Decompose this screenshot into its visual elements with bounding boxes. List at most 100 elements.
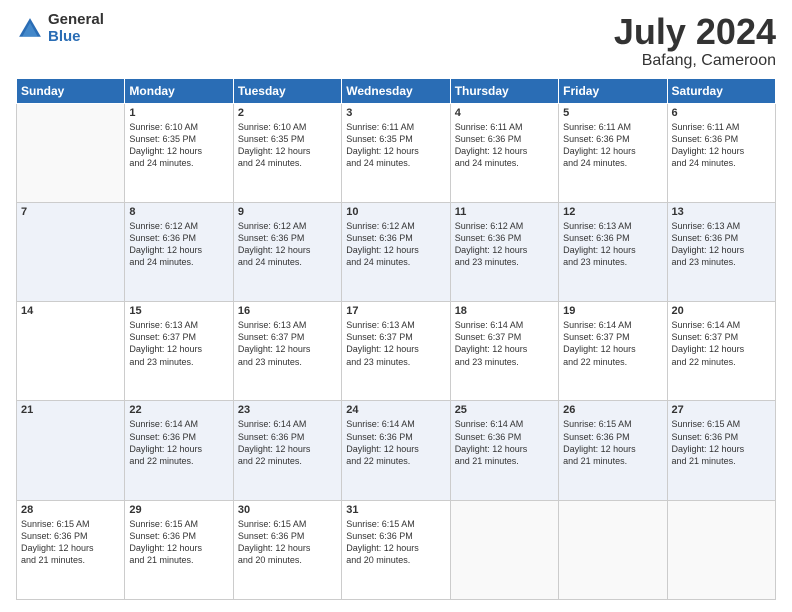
logo-general: General	[48, 12, 104, 29]
day-number: 7	[21, 206, 120, 218]
day-info: Sunrise: 6:14 AM Sunset: 6:36 PM Dayligh…	[238, 418, 337, 467]
logo-icon	[16, 15, 44, 43]
day-number: 8	[129, 206, 228, 218]
calendar-header-wednesday: Wednesday	[342, 78, 450, 103]
day-info: Sunrise: 6:13 AM Sunset: 6:37 PM Dayligh…	[129, 319, 228, 368]
day-number: 24	[346, 404, 445, 416]
day-info: Sunrise: 6:14 AM Sunset: 6:37 PM Dayligh…	[672, 319, 771, 368]
day-number: 1	[129, 107, 228, 119]
day-number: 3	[346, 107, 445, 119]
calendar-cell: 20 Sunrise: 6:14 AM Sunset: 6:37 PM Dayli…	[667, 302, 775, 401]
calendar-cell	[559, 500, 667, 599]
calendar-cell: 18 Sunrise: 6:14 AM Sunset: 6:37 PM Dayli…	[450, 302, 558, 401]
day-info: Sunrise: 6:11 AM Sunset: 6:35 PM Dayligh…	[346, 121, 445, 170]
calendar-cell: 17 Sunrise: 6:13 AM Sunset: 6:37 PM Dayli…	[342, 302, 450, 401]
day-info: Sunrise: 6:14 AM Sunset: 6:37 PM Dayligh…	[563, 319, 662, 368]
calendar-cell: 29 Sunrise: 6:15 AM Sunset: 6:36 PM Dayli…	[125, 500, 233, 599]
title-block: July 2024 Bafang, Cameroon	[614, 12, 776, 70]
day-number: 22	[129, 404, 228, 416]
calendar-cell: 14	[17, 302, 125, 401]
calendar-cell	[17, 103, 125, 202]
day-number: 30	[238, 504, 337, 516]
day-info: Sunrise: 6:14 AM Sunset: 6:36 PM Dayligh…	[346, 418, 445, 467]
day-number: 14	[21, 305, 120, 317]
page: General Blue July 2024 Bafang, Cameroon …	[0, 0, 792, 612]
day-info: Sunrise: 6:15 AM Sunset: 6:36 PM Dayligh…	[129, 518, 228, 567]
calendar-header-tuesday: Tuesday	[233, 78, 341, 103]
day-number: 28	[21, 504, 120, 516]
calendar-cell: 22Sunrise: 6:14 AM Sunset: 6:36 PM Dayli…	[125, 401, 233, 500]
calendar-cell: 15 Sunrise: 6:13 AM Sunset: 6:37 PM Dayli…	[125, 302, 233, 401]
calendar-header-thursday: Thursday	[450, 78, 558, 103]
day-info: Sunrise: 6:15 AM Sunset: 6:36 PM Dayligh…	[238, 518, 337, 567]
day-info: Sunrise: 6:13 AM Sunset: 6:36 PM Dayligh…	[672, 220, 771, 269]
day-number: 5	[563, 107, 662, 119]
title-month: July 2024	[614, 12, 776, 52]
day-info: Sunrise: 6:10 AM Sunset: 6:35 PM Dayligh…	[238, 121, 337, 170]
day-number: 25	[455, 404, 554, 416]
day-info: Sunrise: 6:12 AM Sunset: 6:36 PM Dayligh…	[129, 220, 228, 269]
calendar-cell: 24 Sunrise: 6:14 AM Sunset: 6:36 PM Dayli…	[342, 401, 450, 500]
day-info: Sunrise: 6:14 AM Sunset: 6:36 PM Dayligh…	[455, 418, 554, 467]
logo-text: General Blue	[48, 12, 104, 45]
calendar-week-row: 78 Sunrise: 6:12 AM Sunset: 6:36 PM Dayli…	[17, 202, 776, 301]
logo-blue: Blue	[48, 29, 104, 46]
calendar-cell: 26 Sunrise: 6:15 AM Sunset: 6:36 PM Dayli…	[559, 401, 667, 500]
day-info: Sunrise: 6:11 AM Sunset: 6:36 PM Dayligh…	[455, 121, 554, 170]
calendar-header-saturday: Saturday	[667, 78, 775, 103]
calendar-cell: 23Sunrise: 6:14 AM Sunset: 6:36 PM Dayli…	[233, 401, 341, 500]
calendar-table: SundayMondayTuesdayWednesdayThursdayFrid…	[16, 78, 776, 600]
calendar-header-row: SundayMondayTuesdayWednesdayThursdayFrid…	[17, 78, 776, 103]
day-number: 9	[238, 206, 337, 218]
calendar-cell: 9 Sunrise: 6:12 AM Sunset: 6:36 PM Daylig…	[233, 202, 341, 301]
day-info: Sunrise: 6:12 AM Sunset: 6:36 PM Dayligh…	[455, 220, 554, 269]
day-info: Sunrise: 6:11 AM Sunset: 6:36 PM Dayligh…	[672, 121, 771, 170]
calendar-cell: 7	[17, 202, 125, 301]
day-info: Sunrise: 6:12 AM Sunset: 6:36 PM Dayligh…	[238, 220, 337, 269]
calendar-cell: 25 Sunrise: 6:14 AM Sunset: 6:36 PM Dayli…	[450, 401, 558, 500]
calendar-cell: 11Sunrise: 6:12 AM Sunset: 6:36 PM Dayli…	[450, 202, 558, 301]
calendar-cell: 27Sunrise: 6:15 AM Sunset: 6:36 PM Dayli…	[667, 401, 775, 500]
day-number: 6	[672, 107, 771, 119]
logo: General Blue	[16, 12, 104, 45]
day-number: 26	[563, 404, 662, 416]
calendar-cell: 13 Sunrise: 6:13 AM Sunset: 6:36 PM Dayli…	[667, 202, 775, 301]
day-info: Sunrise: 6:13 AM Sunset: 6:36 PM Dayligh…	[563, 220, 662, 269]
day-number: 12	[563, 206, 662, 218]
calendar-cell: 31 Sunrise: 6:15 AM Sunset: 6:36 PM Dayli…	[342, 500, 450, 599]
day-number: 2	[238, 107, 337, 119]
day-number: 29	[129, 504, 228, 516]
calendar-week-row: 2122Sunrise: 6:14 AM Sunset: 6:36 PM Day…	[17, 401, 776, 500]
calendar-cell: 3 Sunrise: 6:11 AM Sunset: 6:35 PM Daylig…	[342, 103, 450, 202]
day-info: Sunrise: 6:15 AM Sunset: 6:36 PM Dayligh…	[346, 518, 445, 567]
day-info: Sunrise: 6:14 AM Sunset: 6:37 PM Dayligh…	[455, 319, 554, 368]
day-number: 15	[129, 305, 228, 317]
day-info: Sunrise: 6:10 AM Sunset: 6:35 PM Dayligh…	[129, 121, 228, 170]
day-number: 31	[346, 504, 445, 516]
calendar-week-row: 14 15 Sunrise: 6:13 AM Sunset: 6:37 PM Day…	[17, 302, 776, 401]
day-number: 21	[21, 404, 120, 416]
calendar-cell: 19 Sunrise: 6:14 AM Sunset: 6:37 PM Dayli…	[559, 302, 667, 401]
calendar-cell: 1 Sunrise: 6:10 AM Sunset: 6:35 PM Daylig…	[125, 103, 233, 202]
calendar-cell: 10Sunrise: 6:12 AM Sunset: 6:36 PM Dayli…	[342, 202, 450, 301]
calendar-week-row: 28 Sunrise: 6:15 AM Sunset: 6:36 PM Dayli…	[17, 500, 776, 599]
day-info: Sunrise: 6:15 AM Sunset: 6:36 PM Dayligh…	[672, 418, 771, 467]
calendar-cell: 8 Sunrise: 6:12 AM Sunset: 6:36 PM Daylig…	[125, 202, 233, 301]
day-info: Sunrise: 6:13 AM Sunset: 6:37 PM Dayligh…	[346, 319, 445, 368]
day-number: 10	[346, 206, 445, 218]
calendar-cell	[450, 500, 558, 599]
day-info: Sunrise: 6:11 AM Sunset: 6:36 PM Dayligh…	[563, 121, 662, 170]
title-location: Bafang, Cameroon	[614, 52, 776, 70]
calendar-cell: 4Sunrise: 6:11 AM Sunset: 6:36 PM Daylig…	[450, 103, 558, 202]
day-number: 17	[346, 305, 445, 317]
day-info: Sunrise: 6:15 AM Sunset: 6:36 PM Dayligh…	[21, 518, 120, 567]
day-number: 13	[672, 206, 771, 218]
day-number: 20	[672, 305, 771, 317]
day-number: 18	[455, 305, 554, 317]
calendar-header-friday: Friday	[559, 78, 667, 103]
calendar-header-sunday: Sunday	[17, 78, 125, 103]
calendar-cell	[667, 500, 775, 599]
day-number: 19	[563, 305, 662, 317]
calendar-cell: 5 Sunrise: 6:11 AM Sunset: 6:36 PM Daylig…	[559, 103, 667, 202]
day-info: Sunrise: 6:15 AM Sunset: 6:36 PM Dayligh…	[563, 418, 662, 467]
